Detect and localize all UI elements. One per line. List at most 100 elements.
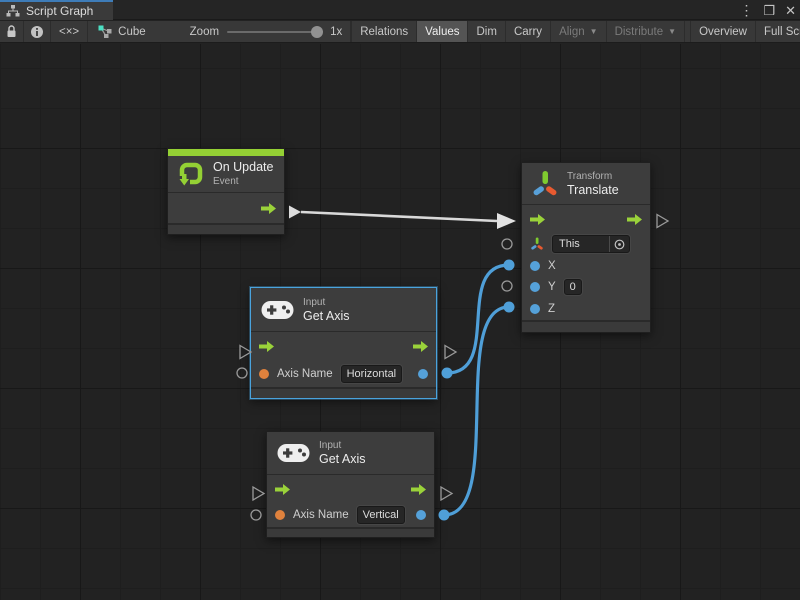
zoom-value: 1x [330,26,342,38]
zoom-slider-handle[interactable] [311,26,323,38]
code-view-button[interactable]: <×> [51,21,88,42]
get-axis-v-control-in-stub[interactable] [253,487,264,500]
overview-button[interactable]: Overview [690,21,756,42]
control-input-port[interactable] [275,484,290,495]
axis-value-output-port[interactable] [416,510,426,520]
y-port-label: Y [548,281,556,293]
control-input-port[interactable] [259,341,274,352]
control-output-port[interactable] [627,214,642,225]
translate-target-row: This [522,233,650,255]
wire-end-arrow[interactable] [497,213,516,229]
wire-endpoint-dot[interactable] [439,510,450,521]
values-button[interactable]: Values [417,21,468,42]
lock-button[interactable] [0,21,24,42]
on-update-header: On Update Event [168,156,284,193]
zoom-label: Zoom [190,26,219,38]
x-port-label: X [548,260,556,272]
get-axis-h-value-row: Axis Name Horizontal [251,361,436,387]
event-node-accent-bar [168,149,284,156]
get-axis-v-control-out-stub[interactable] [441,487,452,500]
graph-canvas[interactable]: On Update Event Transform [0,44,800,600]
translate-control-out-stub[interactable] [657,215,668,228]
code-view-glyph: <×> [59,26,79,38]
get-axis-h-control-row [251,332,436,361]
translate-titles: Transform Translate [567,170,619,198]
node-get-axis-horizontal[interactable]: Input Get Axis Axis Name Horizontal [250,287,437,399]
maximize-icon[interactable]: ❒ [763,4,775,17]
zoom-slider[interactable] [227,31,322,33]
get-axis-v-category: Input [319,439,366,452]
control-input-port[interactable] [530,214,545,225]
translate-target-in-stub[interactable] [502,239,512,249]
node-translate[interactable]: Transform Translate This [521,162,651,333]
on-update-control-row [168,193,284,223]
get-axis-h-category: Input [303,296,350,309]
graph-hierarchy-icon [6,5,20,17]
object-picker-button[interactable] [609,236,629,252]
control-output-port[interactable] [261,203,276,214]
relations-button[interactable]: Relations [351,21,417,42]
on-update-titles: On Update Event [213,160,273,188]
z-port-label: Z [548,303,555,315]
get-axis-v-header: Input Get Axis [267,432,434,475]
carry-label: Carry [514,26,542,38]
carry-button[interactable]: Carry [506,21,551,42]
gamepad-icon [261,300,294,320]
on-update-subtitle: Event [213,175,273,188]
wire-endpoint-dot[interactable] [504,260,515,271]
axis-name-field[interactable]: Horizontal [341,365,403,383]
wire-start-arrow[interactable] [289,206,301,219]
wire-on-update-to-translate[interactable] [301,212,497,221]
get-axis-v-control-row [267,475,434,503]
distribute-label: Distribute [615,26,664,38]
get-axis-h-header: Input Get Axis [251,288,436,332]
get-axis-v-value-in-stub[interactable] [251,510,261,520]
y-value-field[interactable]: 0 [564,279,582,295]
axis-name-input-port[interactable] [275,510,285,520]
get-axis-h-titles: Input Get Axis [303,296,350,324]
wire-vertical-to-z[interactable] [444,307,509,515]
axis-name-input-port[interactable] [259,369,269,379]
translate-y-row: Y 0 [522,276,650,297]
translate-y-in-stub[interactable] [502,281,512,291]
wire-endpoint-dot[interactable] [442,368,453,379]
inspect-button[interactable] [24,21,51,42]
overview-label: Overview [699,26,747,38]
axis-value-output-port[interactable] [418,369,428,379]
node-get-axis-vertical[interactable]: Input Get Axis Axis Name Vertical [266,431,435,538]
control-output-port[interactable] [411,484,426,495]
dim-button[interactable]: Dim [468,21,505,42]
axis-name-label: Axis Name [293,509,349,521]
wire-horizontal-to-x[interactable] [447,265,509,373]
distribute-dropdown-icon: ▼ [668,27,676,36]
window-menu-icon[interactable]: ⋮ [739,3,753,17]
distribute-button[interactable]: Distribute ▼ [607,21,686,42]
target-field[interactable]: This [552,235,630,253]
align-dropdown-icon: ▼ [590,27,598,36]
graph-breadcrumb[interactable]: Cube [88,21,156,42]
get-axis-h-control-out-stub[interactable] [445,346,456,359]
toolbar-toggle-group: Relations Values Dim Carry Align ▼ Distr… [351,21,800,42]
axis-name-field[interactable]: Vertical [357,506,405,524]
update-loop-icon [178,161,204,187]
target-field-value: This [559,238,580,250]
lock-icon [6,25,17,38]
graph-toolbar: <×> Cube Zoom 1x Relations Values [0,21,800,43]
close-icon[interactable]: ✕ [785,4,796,17]
z-input-port[interactable] [530,304,540,314]
wire-endpoint-dot[interactable] [504,302,515,313]
full-screen-button[interactable]: Full Screen [756,21,800,42]
full-screen-label: Full Screen [764,26,800,38]
x-input-port[interactable] [530,261,540,271]
get-axis-v-titles: Input Get Axis [319,439,366,467]
node-on-update[interactable]: On Update Event [167,148,285,235]
window-controls: ⋮ ❒ ✕ [739,0,796,20]
zoom-control: Zoom 1x [182,21,352,42]
translate-z-row: Z [522,297,650,320]
control-output-port[interactable] [413,341,428,352]
get-axis-h-value-in-stub[interactable] [237,368,247,378]
tab-script-graph[interactable]: Script Graph [0,0,113,20]
y-input-port[interactable] [530,282,540,292]
translate-x-row: X [522,255,650,276]
align-button[interactable]: Align ▼ [551,21,607,42]
